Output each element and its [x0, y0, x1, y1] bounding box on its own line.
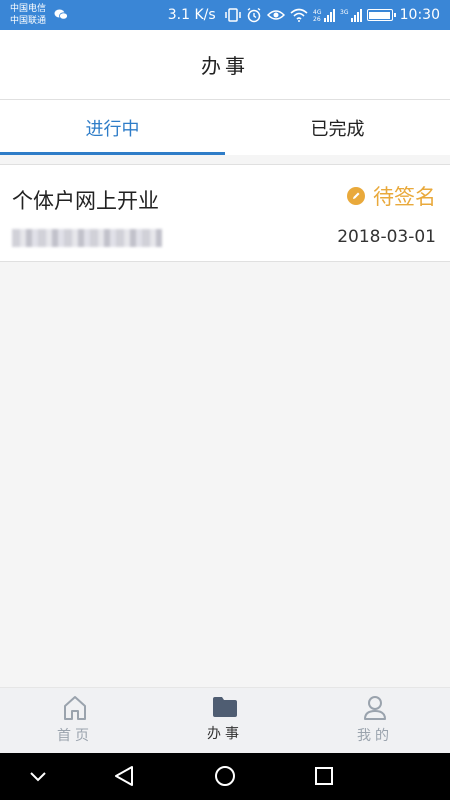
nav-tasks-label: 办事 — [207, 726, 243, 742]
carrier-info: 中国电信 中国联通 — [10, 3, 46, 27]
recents-icon[interactable] — [314, 765, 334, 787]
page-title: 办事 — [201, 54, 249, 78]
item-date: 2018-03-01 — [337, 227, 436, 247]
system-nav-bar — [0, 753, 450, 800]
clock-time: 10:30 — [399, 7, 440, 23]
eye-icon — [266, 10, 285, 20]
battery-icon — [366, 9, 396, 21]
user-icon — [364, 696, 386, 720]
edit-icon — [347, 187, 365, 205]
item-status: 待签名 — [347, 181, 436, 211]
status-indicators: 3.1 K/s 4G 26 3G 10:30 — [168, 0, 440, 30]
list-item[interactable]: 个体户网上开业 待签名 2018-03-01 — [0, 164, 450, 262]
item-status-label: 待签名 — [373, 185, 436, 209]
nav-home[interactable]: 首页 — [0, 688, 150, 753]
bottom-nav: 首页 办事 我的 — [0, 687, 450, 753]
item-title: 个体户网上开业 — [12, 189, 159, 213]
nav-tasks[interactable]: 办事 — [150, 688, 300, 753]
nav-mine-label: 我的 — [357, 728, 393, 744]
tab-bar: 进行中 已完成 — [0, 100, 450, 155]
tab-completed[interactable]: 已完成 — [225, 100, 450, 155]
status-bar: 中国电信 中国联通 3.1 K/s 4G 26 3G 10:30 — [0, 0, 450, 30]
svg-text:26: 26 — [313, 16, 321, 23]
carrier-1: 中国电信 — [10, 4, 47, 14]
svg-text:4G: 4G — [313, 9, 322, 16]
nav-home-label: 首页 — [57, 728, 93, 744]
home-circle-icon[interactable] — [213, 765, 237, 787]
carrier-2: 中国联通 — [10, 16, 47, 26]
signal-3g-icon: 3G — [340, 9, 362, 22]
redacted-text — [12, 229, 162, 247]
wechat-icon — [54, 9, 68, 20]
page-header: 办事 — [0, 30, 450, 100]
collapse-icon[interactable] — [29, 765, 47, 787]
back-icon[interactable] — [113, 765, 135, 787]
vibrate-icon — [224, 8, 241, 22]
nav-mine[interactable]: 我的 — [300, 688, 450, 753]
home-icon — [64, 696, 86, 720]
signal-4g-icon: 4G 26 — [313, 9, 335, 23]
wifi-icon — [290, 8, 308, 22]
svg-text:3G: 3G — [340, 9, 349, 16]
net-speed: 3.1 K/s — [167, 7, 216, 23]
tab-in-progress[interactable]: 进行中 — [0, 100, 225, 155]
alarm-icon — [247, 7, 261, 23]
folder-icon — [213, 697, 237, 717]
